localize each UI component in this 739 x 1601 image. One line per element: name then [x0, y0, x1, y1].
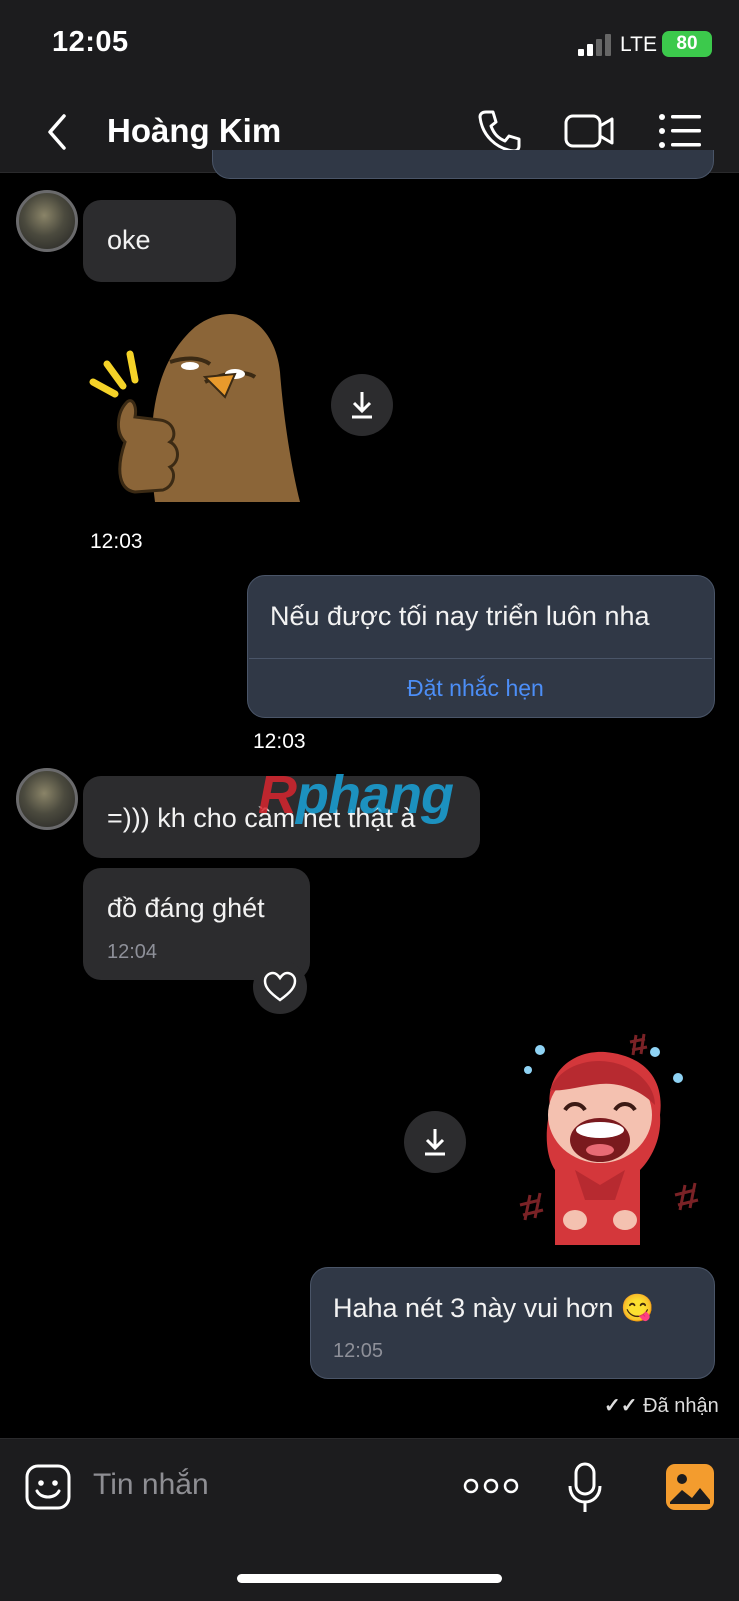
- bubble-divider: [249, 658, 712, 659]
- contact-avatar[interactable]: [16, 190, 78, 252]
- download-button[interactable]: [331, 374, 393, 436]
- video-camera-icon[interactable]: [563, 110, 615, 152]
- message-text: oke: [107, 225, 151, 255]
- double-check-icon: ✓✓: [604, 1395, 638, 1417]
- download-button[interactable]: [404, 1111, 466, 1173]
- home-indicator: [237, 1574, 502, 1583]
- message-time: 12:04: [107, 941, 158, 963]
- message-time: 12:05: [333, 1340, 384, 1362]
- microphone-icon[interactable]: [567, 1462, 603, 1514]
- emoji-icon[interactable]: [24, 1463, 72, 1511]
- message-text: Nếu được tối nay triển luôn nha: [270, 601, 650, 631]
- react-heart-button[interactable]: [253, 960, 307, 1014]
- download-icon: [425, 1129, 445, 1156]
- delivery-status: ✓✓ Đã nhận: [596, 1391, 727, 1420]
- signal-strength-icon: [578, 34, 611, 56]
- received-message-bubble[interactable]: [83, 200, 236, 282]
- contact-avatar[interactable]: [16, 768, 78, 830]
- heart-icon: [263, 971, 297, 1002]
- back-chevron-icon[interactable]: [40, 112, 76, 152]
- contact-name[interactable]: Hoàng Kim: [107, 112, 281, 150]
- list-menu-icon[interactable]: [657, 110, 703, 152]
- message-input[interactable]: Tin nhắn: [93, 1468, 209, 1502]
- battery-icon: 80: [662, 31, 712, 57]
- status-time: 12:05: [52, 26, 129, 58]
- message-text: Haha nét 3 này vui hơn 😋: [333, 1293, 655, 1323]
- delivery-status-text: Đã nhận: [643, 1395, 719, 1417]
- message-time: 12:03: [82, 528, 151, 556]
- watermark-logo: Rphang: [258, 765, 454, 825]
- phone-icon[interactable]: [476, 108, 522, 154]
- set-reminder-link[interactable]: Đặt nhắc hẹn: [407, 675, 544, 702]
- network-type: LTE: [620, 33, 657, 56]
- message-text: đồ đáng ghét: [107, 893, 265, 923]
- more-options-icon[interactable]: [463, 1476, 519, 1496]
- download-icon: [352, 392, 372, 419]
- message-time: 12:03: [245, 728, 314, 756]
- previous-message-bubble: [212, 150, 714, 179]
- laughing-crying-girl-sticker[interactable]: [490, 1030, 720, 1260]
- image-gallery-icon[interactable]: [666, 1464, 714, 1510]
- thumbs-up-bird-sticker[interactable]: [85, 302, 305, 512]
